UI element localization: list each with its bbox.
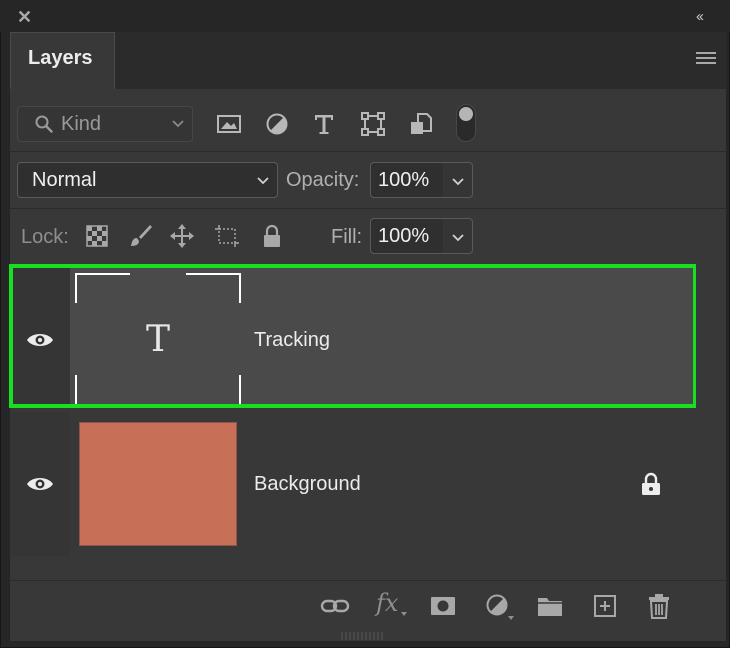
opacity-value: 100%: [378, 169, 430, 191]
opacity-label: Opacity:: [286, 169, 360, 191]
lock-image-pixels-icon[interactable]: [127, 223, 153, 249]
close-icon[interactable]: ✕: [17, 8, 33, 26]
chevron-down-icon: [257, 177, 269, 185]
chevron-down-icon: [172, 120, 184, 128]
link-layers-icon[interactable]: [320, 593, 350, 619]
lock-label: Lock:: [21, 226, 69, 248]
shape-filter-icon[interactable]: [360, 111, 386, 137]
chevron-down-icon: [452, 178, 464, 186]
lock-all-icon[interactable]: [259, 223, 285, 249]
panel-menu-icon[interactable]: [696, 52, 716, 66]
panel-tab-row: [10, 32, 726, 89]
panel-footer: [10, 580, 726, 628]
selection-highlight-outline: [9, 264, 697, 408]
eye-icon[interactable]: [26, 475, 54, 493]
fill-dropdown-button[interactable]: [443, 218, 473, 254]
panel-topbar: [0, 0, 730, 32]
scrollbar-track[interactable]: [696, 264, 726, 556]
background-layer-thumbnail: [79, 422, 237, 546]
blend-mode-value: Normal: [32, 169, 97, 191]
new-layer-icon[interactable]: [592, 593, 618, 619]
new-group-folder-icon[interactable]: [537, 593, 563, 619]
lock-position-icon[interactable]: [169, 223, 195, 249]
filter-toggle-knob: [459, 107, 473, 121]
add-mask-icon[interactable]: [430, 593, 456, 619]
chevron-down-icon: [452, 234, 464, 242]
delete-layer-trash-icon[interactable]: [646, 593, 672, 619]
adjustment-dropdown-indicator: [508, 616, 514, 620]
lock-artboard-icon[interactable]: [214, 223, 240, 249]
layer-name-background[interactable]: Background: [254, 473, 361, 496]
fill-label: Fill:: [331, 226, 363, 248]
smart-object-filter-icon[interactable]: [408, 111, 434, 137]
filter-kind-select[interactable]: Kind: [17, 106, 193, 142]
fx-dropdown-indicator: [401, 612, 407, 616]
type-filter-icon[interactable]: [311, 111, 337, 137]
lock-transparent-pixels-icon[interactable]: [84, 223, 110, 249]
opacity-dropdown-button[interactable]: [443, 162, 473, 198]
divider: [10, 151, 726, 152]
image-filter-icon[interactable]: [216, 111, 242, 137]
layer-locked-icon[interactable]: [640, 472, 662, 496]
tab-layers-label: Layers: [28, 47, 93, 69]
adjustment-filter-icon[interactable]: [264, 111, 290, 137]
filter-kind-label: Kind: [61, 113, 102, 135]
divider: [10, 208, 726, 209]
search-icon: [35, 115, 53, 133]
fill-value: 100%: [378, 225, 430, 247]
layer-style-fx-icon[interactable]: fx: [376, 589, 398, 617]
resize-grip-icon[interactable]: [340, 632, 386, 640]
collapse-double-chevron-icon[interactable]: ‹‹: [696, 9, 716, 25]
